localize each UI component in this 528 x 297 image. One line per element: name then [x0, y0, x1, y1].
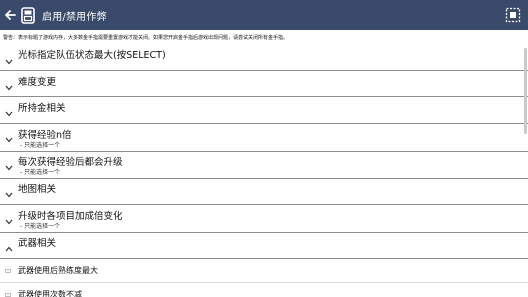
- warning-text: 警告：表示标题了游戏内存，大多数金手指需要重置游戏才能关闭。如果您开启金手指后游…: [3, 35, 289, 41]
- section-label: 光标指定队伍状态最大(按SELECT): [18, 50, 166, 61]
- section-difficulty[interactable]: 难度变更: [0, 71, 528, 97]
- chevron-down-icon: [4, 163, 13, 172]
- chevron-down-icon: [4, 57, 13, 66]
- section-hint: - 只能选择一个: [20, 142, 61, 149]
- arrow-left-icon: [5, 10, 16, 20]
- scrollbar[interactable]: [524, 48, 527, 134]
- section-label: 所持金相关: [18, 103, 66, 114]
- back-button[interactable]: [1, 0, 19, 30]
- section-exp-multiplier[interactable]: 获得经验n倍 - 只能选择一个: [0, 124, 528, 152]
- chevron-down-icon: [4, 190, 13, 199]
- option-label: 武器使用后熟练度最大: [18, 266, 98, 275]
- section-hint: - 只能选择一个: [20, 169, 61, 176]
- option-label: 武器使用次数不减: [18, 290, 82, 297]
- section-hint: - 只能选择一个: [20, 223, 61, 230]
- option-checkbox[interactable]: [5, 269, 11, 273]
- section-label: 难度变更: [18, 77, 57, 88]
- section-label: 武器相关: [18, 238, 57, 249]
- chevron-down-icon: [4, 135, 13, 144]
- section-label: 地图相关: [18, 184, 57, 195]
- chevron-down-icon: [4, 109, 13, 118]
- cheat-option[interactable]: 武器使用后熟练度最大: [0, 259, 528, 283]
- section-map[interactable]: 地图相关: [0, 179, 528, 205]
- section-money[interactable]: 所持金相关: [0, 97, 528, 124]
- select-all-button[interactable]: [504, 6, 522, 24]
- section-level-up-growth[interactable]: 升级时各项目加成倍变化 - 只能选择一个: [0, 205, 528, 233]
- chevron-up-icon: [4, 244, 13, 253]
- select-all-icon: [505, 7, 521, 23]
- cheat-list: 光标指定队伍状态最大(按SELECT) 难度变更 所持金相关 获得经验n倍 - …: [0, 44, 528, 297]
- section-weapon[interactable]: 武器相关: [0, 233, 528, 259]
- app-bar: 启用/禁用作弊: [0, 0, 528, 30]
- cheat-option[interactable]: 武器使用次数不减: [0, 283, 528, 297]
- app-logo-icon: [20, 6, 36, 24]
- section-level-up-each-exp[interactable]: 每次获得经验后都会升级 - 只能选择一个: [0, 152, 528, 179]
- page-title: 启用/禁用作弊: [42, 11, 107, 23]
- chevron-down-icon: [4, 217, 13, 226]
- section-label: 获得经验n倍: [18, 130, 72, 141]
- chevron-down-icon: [4, 83, 13, 92]
- section-label: 升级时各项目加成倍变化: [18, 211, 123, 222]
- section-label: 每次获得经验后都会升级: [18, 157, 123, 168]
- section-cursor-party-max[interactable]: 光标指定队伍状态最大(按SELECT): [0, 44, 528, 71]
- option-checkbox[interactable]: [5, 293, 11, 297]
